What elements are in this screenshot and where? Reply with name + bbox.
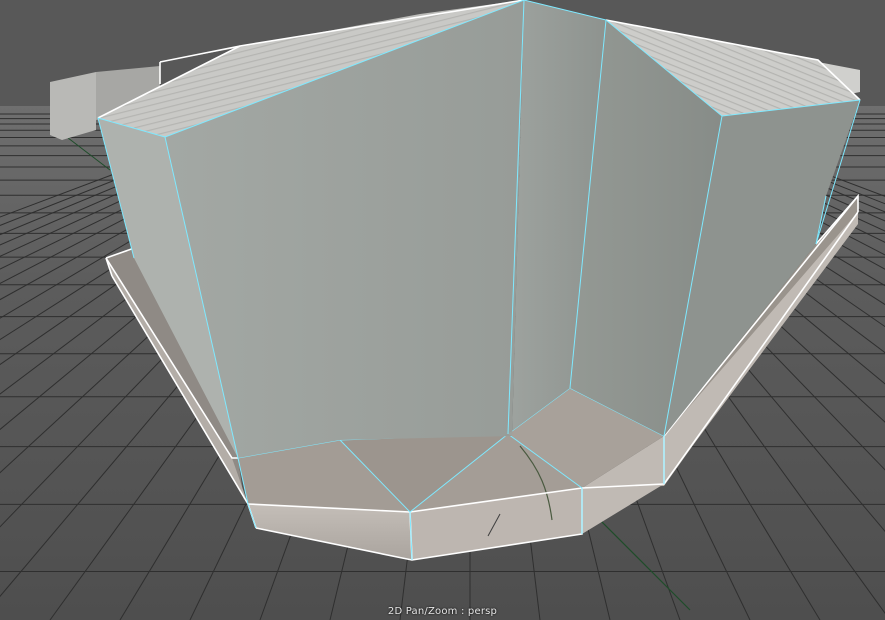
background-building-block	[50, 72, 96, 140]
viewport-hud-label: 2D Pan/Zoom : persp	[387, 606, 498, 617]
maya-perspective-viewport[interactable]: 2D Pan/Zoom : persp	[0, 0, 885, 620]
scene-canvas[interactable]	[0, 0, 885, 620]
